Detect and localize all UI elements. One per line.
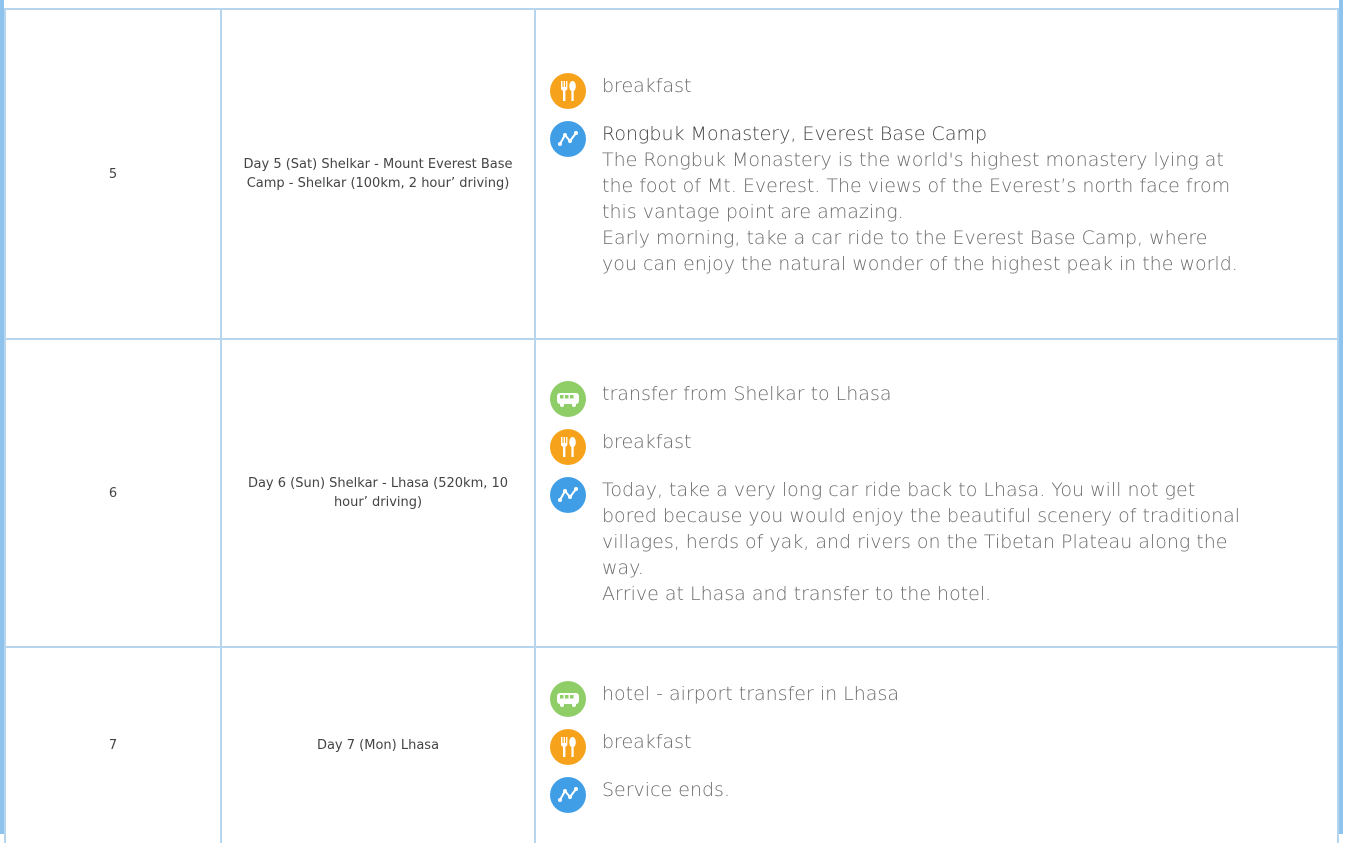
activity-text: Rongbuk Monastery, Everest Base Camp The… — [602, 121, 1242, 277]
activity-paragraph: Arrive at Lhasa and transfer to the hote… — [602, 583, 992, 605]
activity-title: Rongbuk Monastery, Everest Base Camp — [602, 123, 988, 145]
activity-paragraph: Today, take a very long car ride back to… — [602, 479, 1241, 579]
activity-text: Service ends. — [602, 778, 730, 801]
activity-text: transfer from Shelkar to Lhasa — [602, 383, 892, 405]
route-icon — [550, 477, 586, 513]
activity-item: Today, take a very long car ride back to… — [550, 477, 1337, 607]
activity-item: breakfast — [550, 728, 1337, 765]
bus-icon — [550, 680, 586, 717]
meal-icon — [550, 429, 586, 465]
itinerary-page: 5 Day 5 (Sat) Shelkar - Mount Everest Ba… — [0, 0, 1346, 843]
day-number-cell: 5 — [4, 8, 222, 340]
activity-item: breakfast — [550, 429, 1337, 465]
activity-text: Today, take a very long car ride back to… — [602, 477, 1242, 607]
day-number-cell: 7 — [4, 646, 222, 843]
activity-item: Rongbuk Monastery, Everest Base Camp The… — [550, 121, 1337, 277]
table-row: 6 Day 6 (Sun) Shelkar - Lhasa (520km, 10… — [4, 338, 1339, 648]
table-row: 7 Day 7 (Mon) Lhasa hotel - airport tran… — [4, 646, 1339, 843]
activity-text: hotel - airport transfer in Lhasa — [602, 682, 899, 705]
day-title-cell: Day 6 (Sun) Shelkar - Lhasa (520km, 10 h… — [220, 338, 536, 648]
activity-item: hotel - airport transfer in Lhasa — [550, 680, 1337, 717]
day-title-cell: Day 7 (Mon) Lhasa — [220, 646, 536, 843]
activity-item: transfer from Shelkar to Lhasa — [550, 381, 1337, 417]
day-detail-cell: breakfast Rongbuk Monastery, Everest Bas… — [534, 8, 1339, 340]
activity-text: breakfast — [602, 431, 692, 453]
day-number-cell: 6 — [4, 338, 222, 648]
right-border — [1339, 0, 1343, 834]
itinerary-table: 5 Day 5 (Sat) Shelkar - Mount Everest Ba… — [4, 8, 1339, 843]
meal-icon — [550, 73, 586, 109]
table-row: 5 Day 5 (Sat) Shelkar - Mount Everest Ba… — [4, 8, 1339, 340]
route-icon — [550, 776, 586, 813]
bus-icon — [550, 381, 586, 417]
activity-text: breakfast — [602, 75, 692, 97]
day-title-cell: Day 5 (Sat) Shelkar - Mount Everest Base… — [220, 8, 536, 340]
activity-text: breakfast — [602, 730, 692, 753]
activity-item: Service ends. — [550, 776, 1337, 813]
meal-icon — [550, 728, 586, 765]
day-detail-cell: hotel - airport transfer in Lhasa breakf… — [534, 646, 1339, 843]
day-detail-cell: transfer from Shelkar to Lhasa breakfast… — [534, 338, 1339, 648]
activity-paragraph: The Rongbuk Monastery is the world's hig… — [602, 149, 1231, 223]
route-icon — [550, 121, 586, 157]
activity-paragraph: Early morning, take a car ride to the Ev… — [602, 227, 1238, 275]
activity-item: breakfast — [550, 73, 1337, 109]
